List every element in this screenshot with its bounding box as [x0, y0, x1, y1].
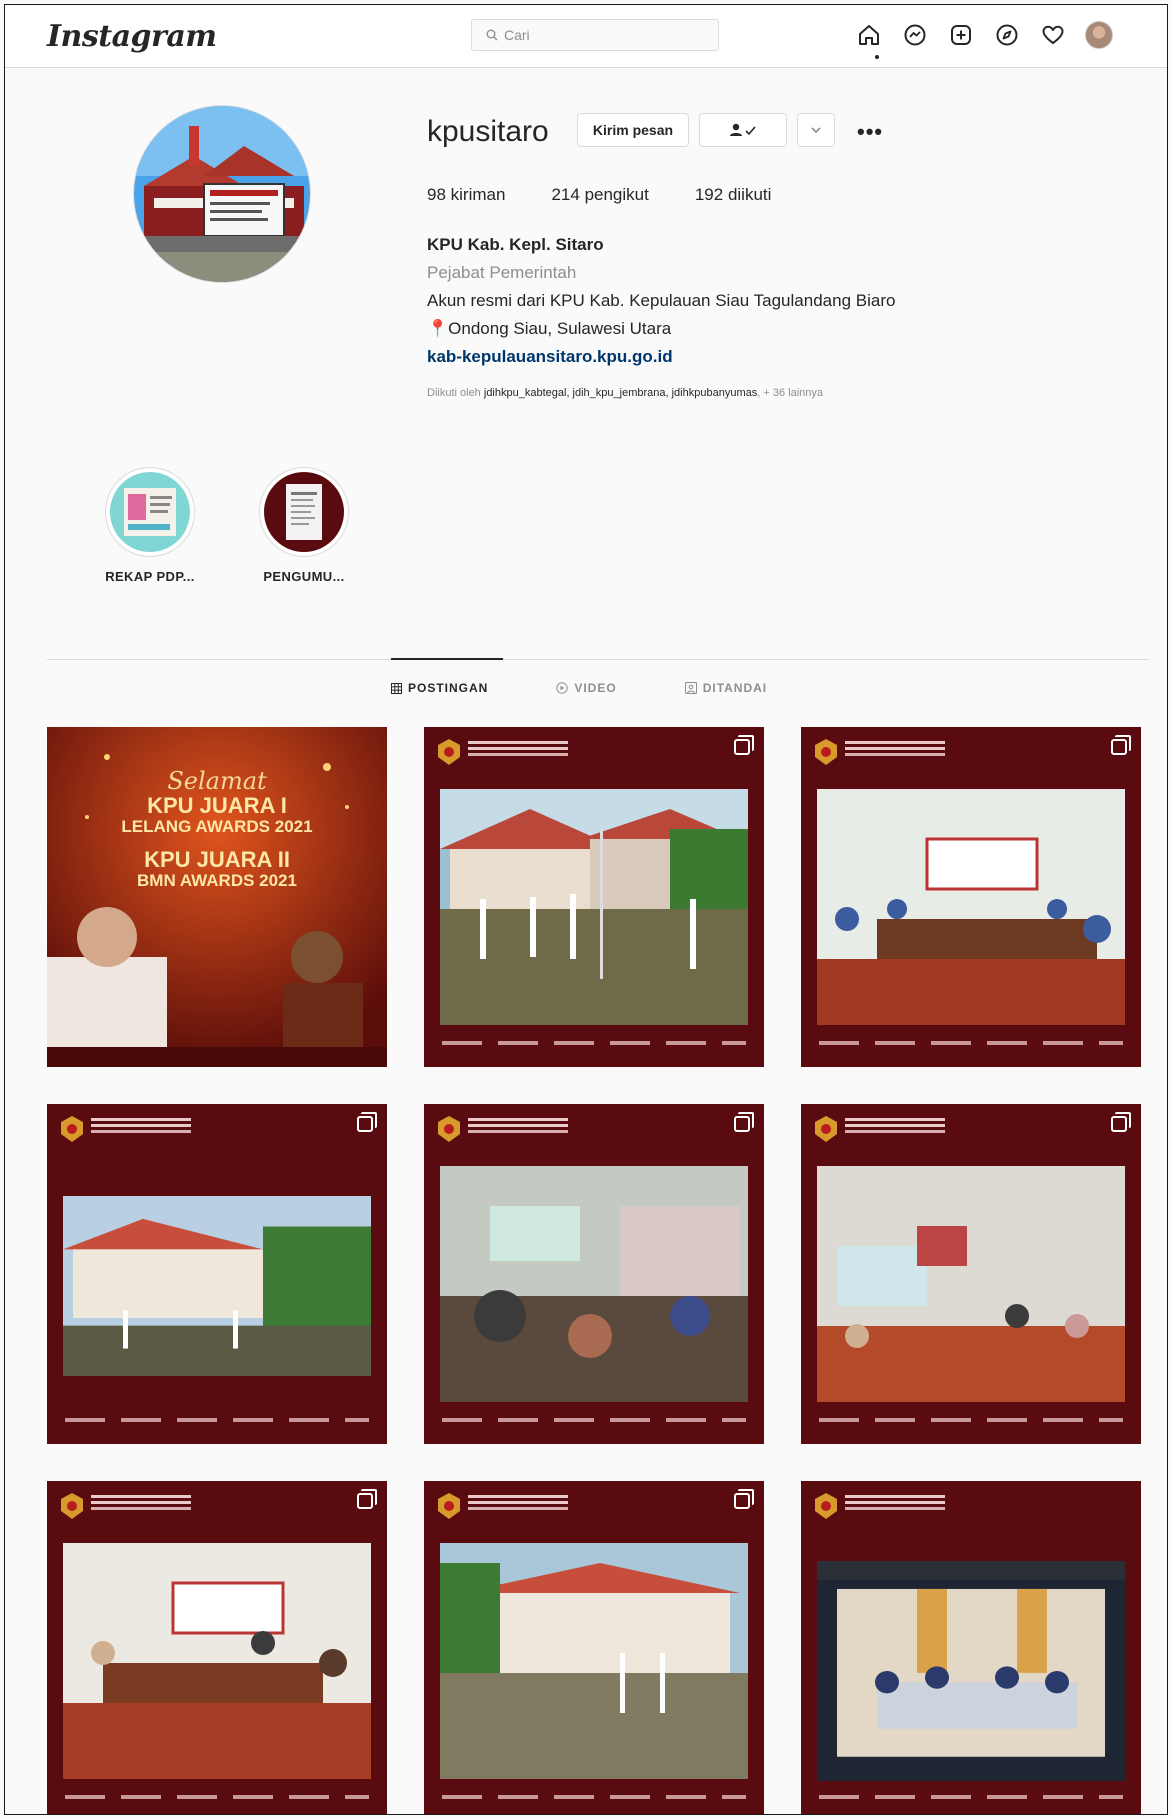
profile-username: kpusitaro [427, 115, 549, 148]
profile-tabs: POSTINGAN VIDEO DITANDAI [391, 681, 767, 695]
post-tile[interactable]: Selamat KPU JUARA I LELANG AWARDS 2021 K… [47, 727, 387, 1067]
carousel-icon [734, 1112, 754, 1132]
carousel-icon [357, 1112, 377, 1132]
story-highlight[interactable]: PENGUMU... [249, 467, 359, 584]
post-tile[interactable] [424, 1104, 764, 1444]
carousel-icon [734, 735, 754, 755]
bio-location: 📍Ondong Siau, Sulawesi Utara [427, 319, 672, 338]
profile-display-name: KPU Kab. Kepl. Sitaro [427, 235, 604, 254]
profile-category: Pejabat Pemerintah [427, 263, 577, 282]
post-headline: BMN AWARDS 2021 [137, 871, 297, 890]
profile-stats: 98 kiriman 214 pengikut 192 diikuti [427, 185, 771, 205]
chevron-down-icon [811, 127, 821, 134]
highlight-label: REKAP PDP... [105, 569, 195, 584]
followers-count[interactable]: 214 pengikut [551, 185, 648, 205]
activity-heart-icon[interactable] [1039, 21, 1067, 49]
carousel-icon [734, 1489, 754, 1509]
carousel-icon [1111, 1112, 1131, 1132]
nav-icons [855, 21, 1113, 49]
posts-count[interactable]: 98 kiriman [427, 185, 505, 205]
tagged-icon [684, 682, 697, 694]
search-placeholder: Cari [504, 27, 530, 43]
send-message-button[interactable]: Kirim pesan [577, 113, 689, 147]
post-headline: LELANG AWARDS 2021 [121, 817, 313, 836]
carousel-icon [357, 1489, 377, 1509]
post-tile[interactable] [801, 1104, 1141, 1444]
highlight-label: PENGUMU... [263, 569, 345, 584]
post-tile[interactable] [801, 727, 1141, 1067]
following-button[interactable] [699, 113, 787, 147]
grid-icon [391, 682, 402, 694]
bio-text: Akun resmi dari KPU Kab. Kepulauan Siau … [427, 291, 896, 310]
active-nav-indicator [875, 55, 879, 59]
post-tile[interactable] [801, 1481, 1141, 1814]
carousel-icon [1111, 735, 1131, 755]
active-tab-indicator [391, 658, 503, 660]
profile-website-link[interactable]: kab-kepulauansitaro.kpu.go.id [427, 343, 895, 371]
tabs-divider [47, 659, 1149, 660]
tab-tagged[interactable]: DITANDAI [684, 681, 767, 695]
profile-avatar-large[interactable] [133, 105, 311, 283]
new-post-icon[interactable] [947, 21, 975, 49]
tab-posts[interactable]: POSTINGAN [391, 681, 488, 695]
story-highlight[interactable]: REKAP PDP... [95, 467, 205, 584]
post-tile[interactable] [47, 1104, 387, 1444]
video-icon [556, 682, 569, 694]
user-check-icon [730, 123, 756, 136]
search-input[interactable]: Cari [471, 19, 719, 51]
top-navigation: Instagram Cari [5, 5, 1167, 68]
post-headline: KPU JUARA I [147, 793, 287, 818]
pin-icon: 📍 [427, 319, 449, 338]
post-tile[interactable] [424, 1481, 764, 1814]
post-headline: KPU JUARA II [144, 847, 290, 872]
post-tile[interactable] [424, 727, 764, 1067]
home-icon[interactable] [855, 21, 883, 49]
more-options-icon[interactable]: ••• [857, 119, 883, 145]
instagram-window: Instagram Cari kpusitaro Kirim pesan •••… [4, 4, 1168, 1815]
post-headline: Selamat [167, 767, 267, 795]
profile-bio: KPU Kab. Kepl. Sitaro Pejabat Pemerintah… [427, 231, 895, 371]
post-tile[interactable] [47, 1481, 387, 1814]
search-icon [486, 29, 498, 41]
instagram-logo[interactable]: Instagram [47, 19, 217, 54]
suggested-accounts-button[interactable] [797, 113, 835, 147]
followed-by[interactable]: Diikuti oleh jdihkpu_kabtegal, jdih_kpu_… [427, 387, 823, 399]
profile-avatar[interactable] [1085, 21, 1113, 49]
following-count[interactable]: 192 diikuti [695, 185, 772, 205]
explore-icon[interactable] [993, 21, 1021, 49]
messenger-icon[interactable] [901, 21, 929, 49]
tab-video[interactable]: VIDEO [556, 681, 616, 695]
